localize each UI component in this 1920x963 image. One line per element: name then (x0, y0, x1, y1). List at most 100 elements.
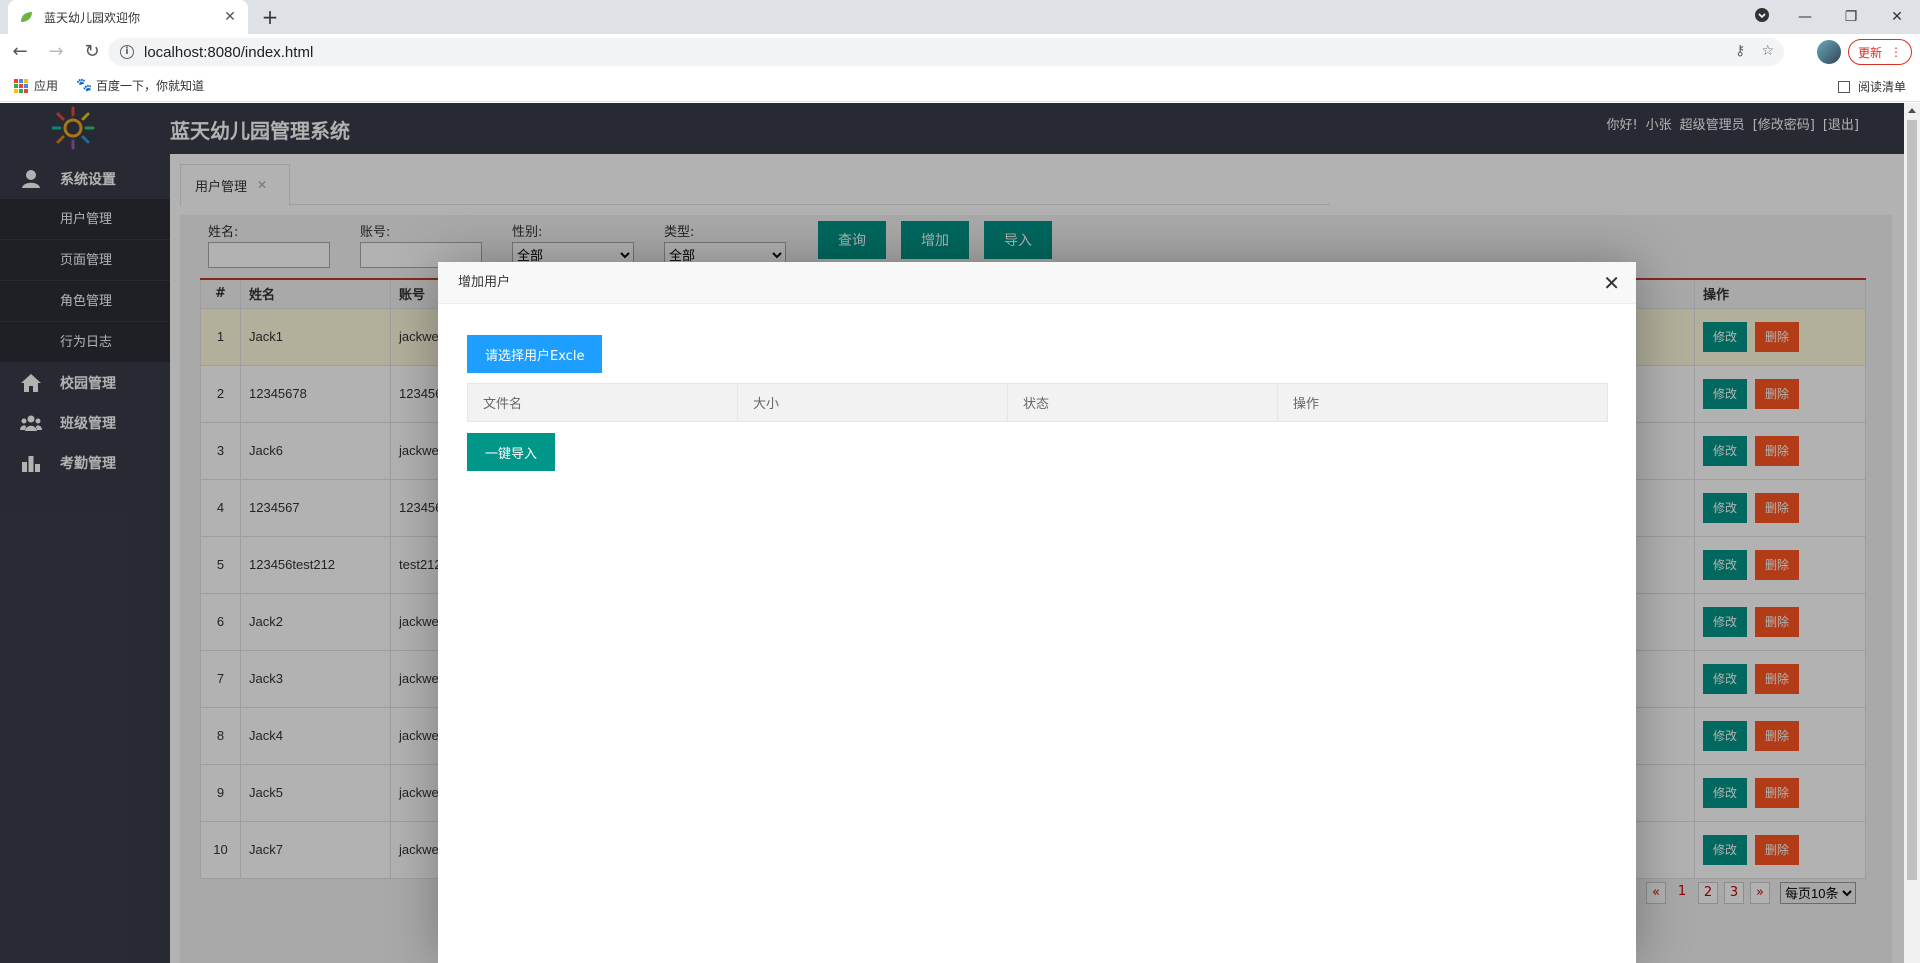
user-role: 超级管理员 (1679, 118, 1745, 133)
bookmark-label: 应用 (34, 79, 59, 93)
delete-button[interactable]: 删除 (1755, 378, 1800, 409)
delete-button[interactable]: 删除 (1755, 492, 1800, 523)
choose-excel-button[interactable]: 请选择用户Excle (467, 335, 603, 373)
edit-button[interactable]: 修改 (1703, 549, 1748, 580)
gender-filter: 性别: 全部 (512, 221, 634, 268)
sidebar-item-user-management[interactable]: 用户管理 (0, 199, 170, 240)
delete-button[interactable]: 删除 (1755, 321, 1800, 352)
greeting: 你好! (1606, 118, 1638, 133)
prev-page-button[interactable]: « (1646, 882, 1666, 904)
next-page-button[interactable]: » (1750, 882, 1770, 904)
url-text[interactable]: localhost:8080/index.html (144, 44, 313, 61)
row-index: 9 (200, 763, 241, 822)
row-index: 5 (200, 535, 241, 594)
key-icon[interactable]: ⚷ (1735, 43, 1745, 59)
scrollbar-thumb[interactable] (1907, 120, 1917, 880)
modal-close-icon[interactable]: ✕ (1603, 262, 1620, 304)
sidebar-item-behavior-log[interactable]: 行为日志 (0, 322, 170, 363)
row-actions: 修改 删除 (1694, 592, 1866, 651)
sidebar-submenu: 用户管理 页面管理 角色管理 行为日志 (0, 199, 170, 363)
reload-icon[interactable]: ↻ (76, 36, 108, 68)
delete-button[interactable]: 删除 (1755, 435, 1800, 466)
name-input[interactable] (208, 242, 330, 268)
reading-list[interactable]: 阅读清单 (1837, 78, 1906, 95)
new-tab-icon[interactable]: + (258, 6, 282, 30)
back-icon[interactable]: ← (4, 36, 36, 68)
delete-button[interactable]: 删除 (1755, 663, 1800, 694)
apps-grid-icon (14, 78, 28, 93)
forward-icon[interactable]: → (40, 36, 72, 68)
address-bar[interactable]: i localhost:8080/index.html ⚷ ☆ (108, 38, 1784, 66)
page-1-button[interactable]: 1 (1672, 882, 1692, 904)
row-name: 12345678 (240, 364, 391, 423)
edit-button[interactable]: 修改 (1703, 663, 1748, 694)
reading-list-icon (1837, 80, 1850, 93)
tab-search-icon[interactable] (1742, 8, 1782, 26)
baidu-paw-icon: 🐾 (76, 77, 93, 93)
window-close-icon[interactable]: ✕ (1874, 9, 1920, 25)
page-3-button[interactable]: 3 (1724, 882, 1744, 904)
tab-close-icon[interactable]: ✕ (222, 9, 238, 25)
import-all-button[interactable]: 一键导入 (467, 433, 556, 471)
page-scrollbar[interactable] (1904, 103, 1920, 963)
account-filter: 账号: (360, 221, 482, 268)
row-actions: 修改 删除 (1694, 763, 1866, 822)
tab-user-management[interactable]: 用户管理 ✕ (180, 164, 290, 206)
sidebar-group-label: 系统设置 (60, 172, 116, 188)
add-button[interactable]: 增加 (901, 221, 969, 259)
delete-button[interactable]: 删除 (1755, 834, 1800, 865)
app-header: 蓝天幼儿园管理系统 你好! 小张 超级管理员 [修改密码] [退出] (0, 103, 1904, 154)
edit-button[interactable]: 修改 (1703, 378, 1748, 409)
delete-button[interactable]: 删除 (1755, 549, 1800, 580)
sidebar-group-attendance[interactable]: 考勤管理 (0, 443, 170, 483)
row-index: 7 (200, 649, 241, 708)
edit-button[interactable]: 修改 (1703, 606, 1748, 637)
row-index: 3 (200, 421, 241, 480)
info-icon[interactable]: i (120, 45, 134, 59)
col-index: # (200, 278, 241, 309)
minimize-icon[interactable]: — (1782, 9, 1828, 25)
upload-table-header: 文件名 大小 状态 操作 (467, 383, 1608, 422)
browser-toolbar: ← → ↻ i localhost:8080/index.html ⚷ ☆ 更新… (0, 34, 1920, 70)
col-size: 大小 (737, 383, 1008, 422)
sidebar-group-system[interactable]: 系统设置 (0, 159, 170, 199)
reading-list-label: 阅读清单 (1857, 80, 1906, 94)
pagination: « 1 2 3 » 每页10条 (1646, 882, 1856, 904)
delete-button[interactable]: 删除 (1755, 606, 1800, 637)
update-button[interactable]: 更新 ⋮ (1848, 39, 1912, 65)
row-name: Jack7 (240, 820, 391, 879)
browser-tabstrip: 蓝天幼儿园欢迎你 ✕ + — ❐ ✕ (0, 0, 1920, 34)
sidebar-item-role-management[interactable]: 角色管理 (0, 281, 170, 322)
edit-button[interactable]: 修改 (1703, 492, 1748, 523)
scroll-up-arrow-icon[interactable] (1908, 108, 1916, 113)
query-button[interactable]: 查询 (818, 221, 886, 259)
row-actions: 修改 删除 (1694, 478, 1866, 537)
bookmark-apps[interactable]: 应用 (14, 77, 58, 94)
username: 小张 (1645, 118, 1672, 133)
row-name: Jack3 (240, 649, 391, 708)
row-actions: 修改 删除 (1694, 535, 1866, 594)
gender-filter-label: 性别: (512, 225, 543, 240)
edit-button[interactable]: 修改 (1703, 777, 1748, 808)
edit-button[interactable]: 修改 (1703, 435, 1748, 466)
browser-tab[interactable]: 蓝天幼儿园欢迎你 ✕ (8, 0, 248, 34)
edit-button[interactable]: 修改 (1703, 321, 1748, 352)
delete-button[interactable]: 删除 (1755, 720, 1800, 751)
edit-button[interactable]: 修改 (1703, 834, 1748, 865)
logout-link[interactable]: [退出] (1823, 114, 1859, 133)
bookmark-baidu[interactable]: 🐾 百度一下，你就知道 (76, 77, 204, 94)
per-page-select[interactable]: 每页10条 (1780, 882, 1856, 904)
restore-icon[interactable]: ❐ (1828, 9, 1874, 25)
sidebar-group-campus[interactable]: 校园管理 (0, 363, 170, 403)
profile-avatar[interactable] (1817, 40, 1841, 64)
sidebar-group-class[interactable]: 班级管理 (0, 403, 170, 443)
tab-close-icon[interactable]: ✕ (257, 178, 267, 192)
import-button[interactable]: 导入 (984, 221, 1052, 259)
tab-title: 蓝天幼儿园欢迎你 (44, 10, 141, 25)
sidebar-item-page-management[interactable]: 页面管理 (0, 240, 170, 281)
edit-button[interactable]: 修改 (1703, 720, 1748, 751)
delete-button[interactable]: 删除 (1755, 777, 1800, 808)
page-2-button[interactable]: 2 (1698, 882, 1718, 904)
star-icon[interactable]: ☆ (1761, 43, 1774, 59)
change-password-link[interactable]: [修改密码] (1753, 114, 1815, 133)
